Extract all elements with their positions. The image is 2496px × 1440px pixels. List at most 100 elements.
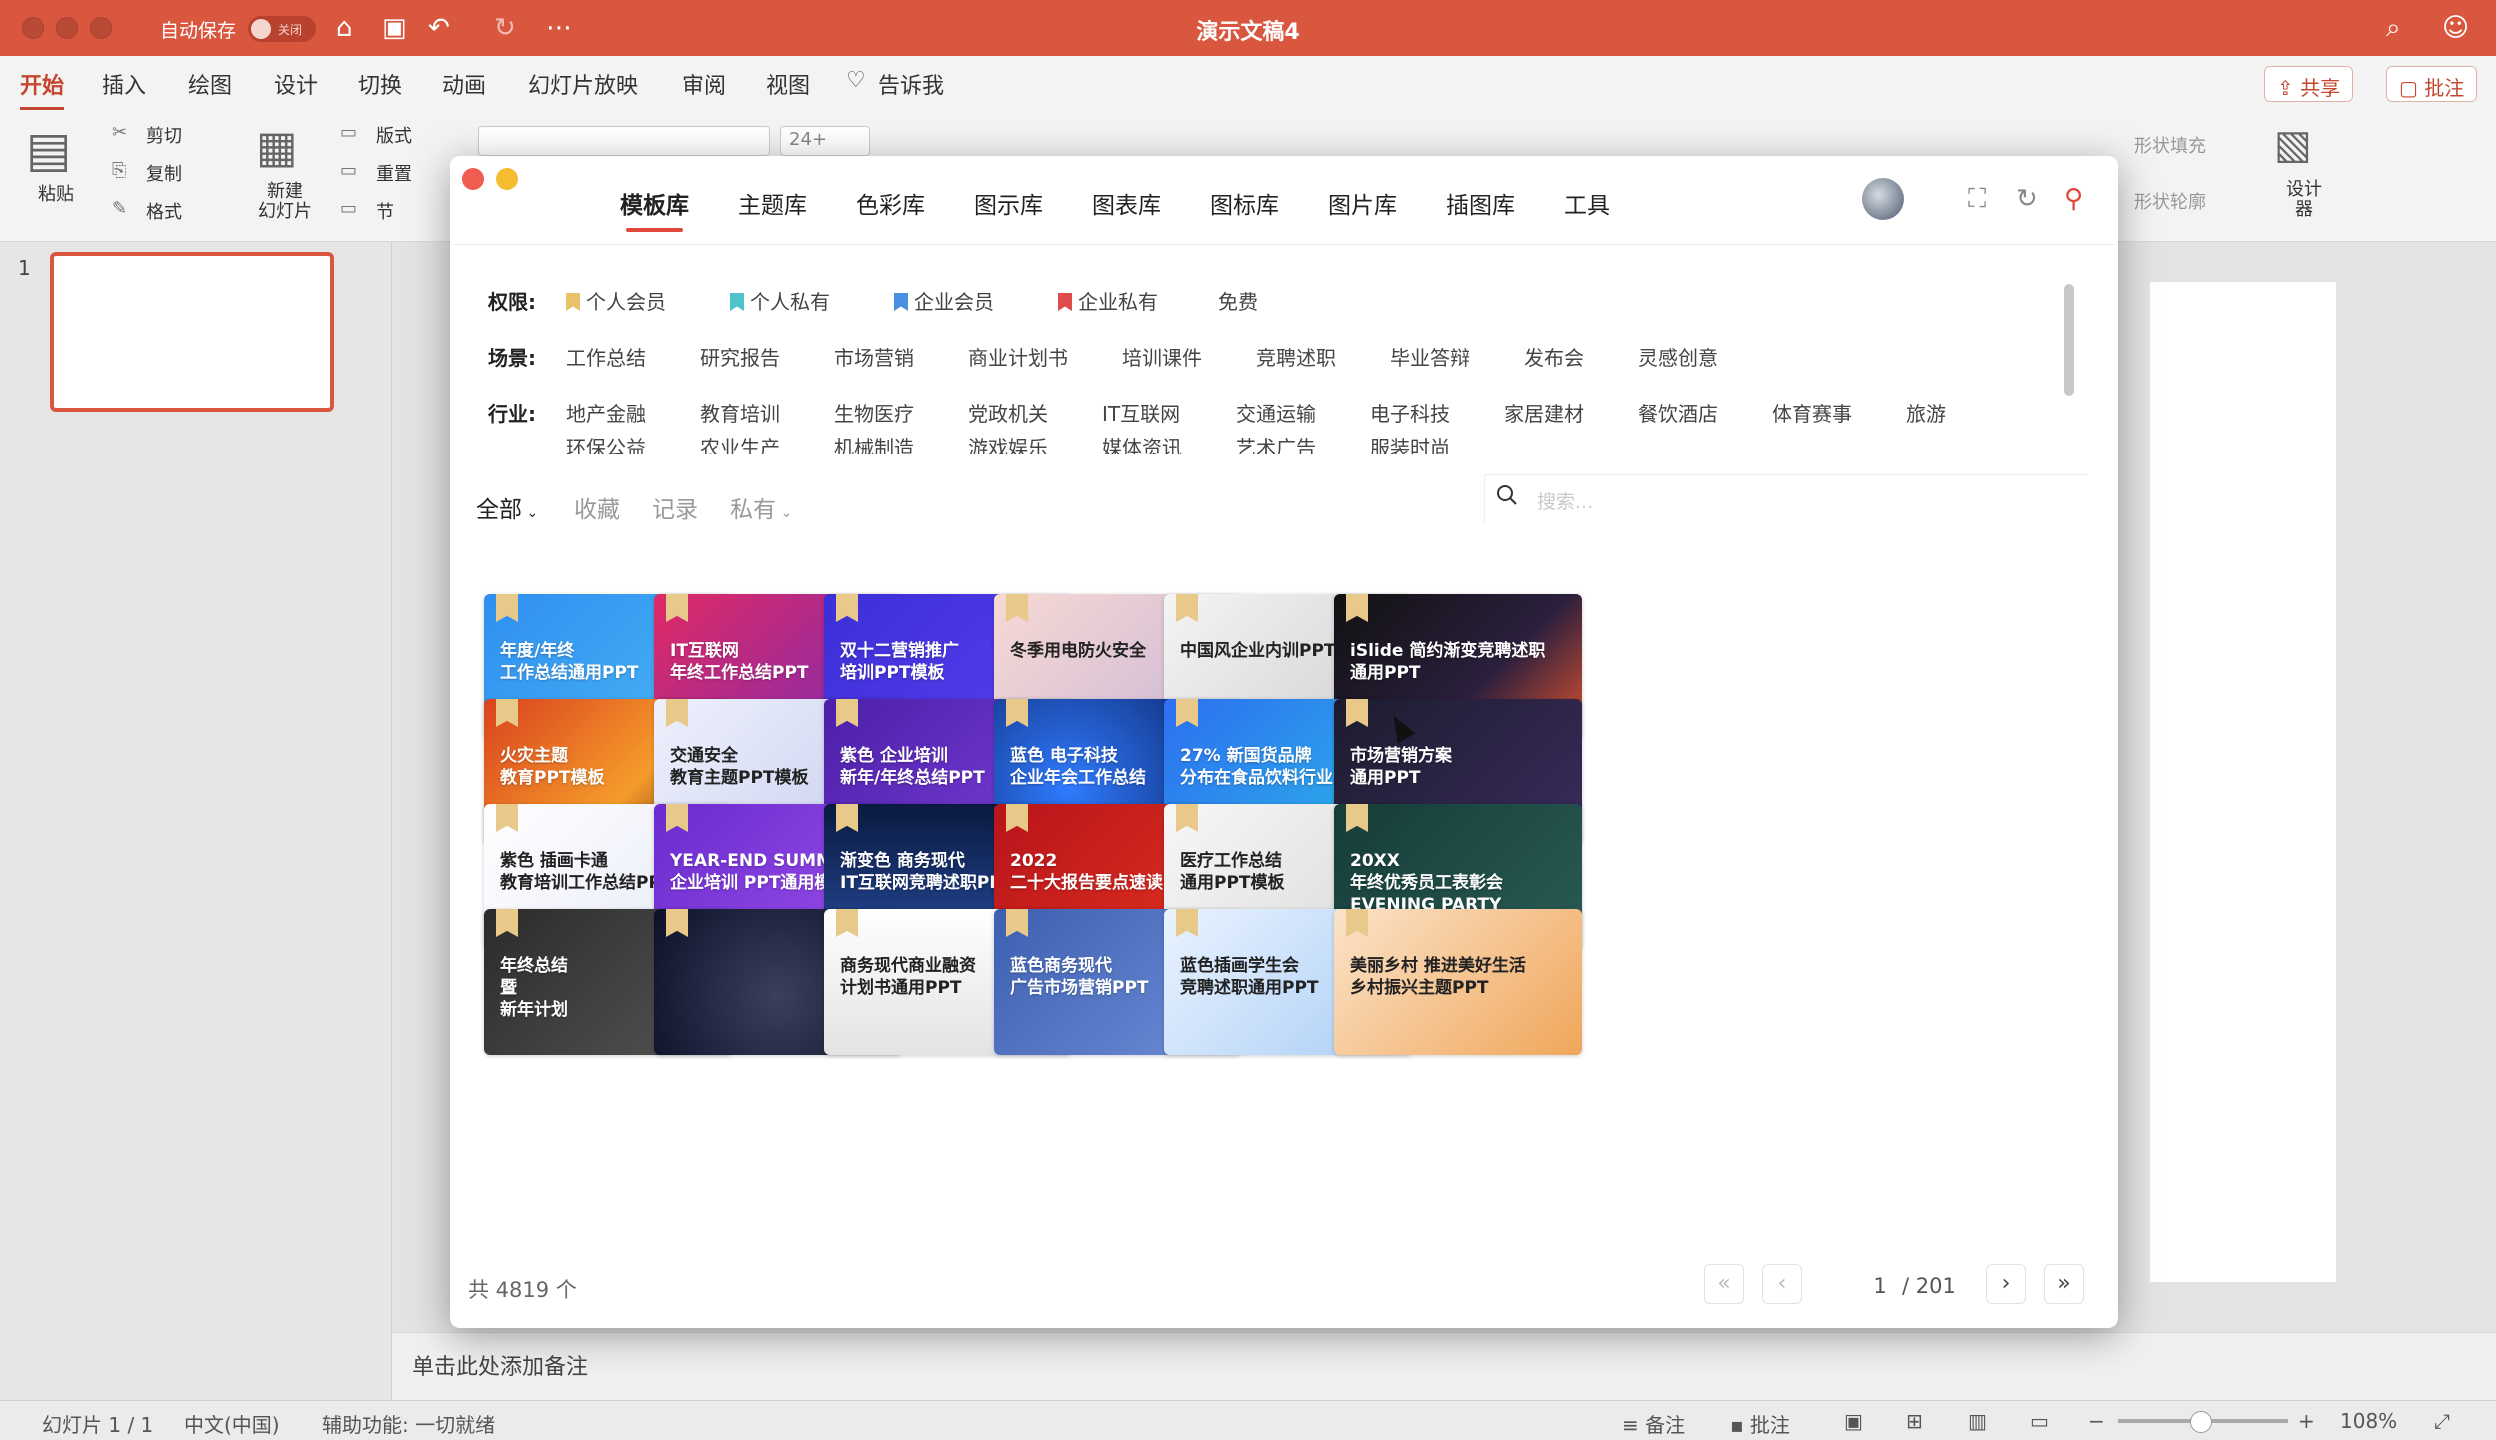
normal-view-icon[interactable]: ▣ <box>1844 1409 1863 1433</box>
accessibility-status[interactable]: 辅助功能: 一切就绪 <box>322 1409 495 1438</box>
expand-icon[interactable]: ⛶ <box>1968 184 1986 215</box>
industry-item[interactable]: 媒体资讯 <box>1102 432 1182 454</box>
avatar[interactable] <box>1862 178 1904 220</box>
section-button[interactable]: 节 <box>376 198 394 224</box>
designer-icon[interactable]: ▧ <box>2274 122 2312 168</box>
sorter-view-icon[interactable]: ⊞ <box>1906 1409 1923 1433</box>
slide-canvas[interactable] <box>2150 282 2336 1282</box>
industry-item[interactable]: 地产金融 <box>566 398 646 427</box>
zoom-slider-thumb[interactable] <box>2190 1411 2212 1433</box>
comments-button[interactable]: ▢ 批注 <box>2386 66 2478 102</box>
scene-item[interactable]: 研究报告 <box>700 342 780 371</box>
first-page-button[interactable]: « <box>1704 1264 1744 1304</box>
permission-enterprise-member[interactable]: 企业会员 <box>894 286 994 315</box>
tab-animations[interactable]: 动画 <box>442 68 486 100</box>
industry-item[interactable]: 游戏娱乐 <box>968 432 1048 454</box>
subtab-history[interactable]: 记录 <box>652 490 698 524</box>
account-icon[interactable]: ☺ <box>2442 12 2469 44</box>
permission-free[interactable]: 免费 <box>1218 286 1258 315</box>
industry-item[interactable]: 旅游 <box>1906 398 1946 427</box>
scene-item[interactable]: 竞聘述职 <box>1256 342 1336 371</box>
scene-item[interactable]: 毕业答辩 <box>1390 342 1470 371</box>
subtab-all[interactable]: 全部 ⌄ <box>476 490 538 524</box>
tab-design[interactable]: 设计 <box>274 68 318 100</box>
tab-view[interactable]: 视图 <box>766 68 810 100</box>
industry-item[interactable]: 农业生产 <box>700 432 780 454</box>
last-page-button[interactable]: » <box>2044 1264 2084 1304</box>
tab-color-library[interactable]: 色彩库 <box>856 186 925 220</box>
reset-button[interactable]: 重置 <box>376 160 412 186</box>
industry-item[interactable]: 生物医疗 <box>834 398 914 427</box>
industry-item[interactable]: 家居建材 <box>1504 398 1584 427</box>
permission-enterprise-private[interactable]: 企业私有 <box>1058 286 1158 315</box>
tab-transitions[interactable]: 切换 <box>358 68 402 100</box>
search-icon[interactable]: ⌕ <box>2386 12 2401 44</box>
industry-item[interactable]: 餐饮酒店 <box>1638 398 1718 427</box>
pin-icon[interactable]: ⚲ <box>2064 184 2083 214</box>
tab-tell-me[interactable]: 告诉我 <box>878 68 944 100</box>
copy-button[interactable]: 复制 <box>146 160 182 186</box>
tab-chart-library[interactable]: 图表库 <box>1092 186 1161 220</box>
notes-pane[interactable]: 单击此处添加备注 <box>392 1332 2496 1400</box>
tab-diagram-library[interactable]: 图示库 <box>974 186 1043 220</box>
scene-item[interactable]: 市场营销 <box>834 342 914 371</box>
subtab-private[interactable]: 私有 ⌄ <box>730 490 792 524</box>
reading-view-icon[interactable]: ▥ <box>1968 1409 1987 1433</box>
share-button[interactable]: ⇪ 共享 <box>2264 66 2354 102</box>
filter-scrollbar[interactable] <box>2064 284 2074 396</box>
designer-button[interactable]: 设计 器 <box>2286 180 2322 220</box>
permission-personal-private[interactable]: 个人私有 <box>730 286 830 315</box>
tab-image-library[interactable]: 图片库 <box>1328 186 1397 220</box>
industry-item[interactable]: IT互联网 <box>1102 398 1180 427</box>
dialog-minimize-button[interactable] <box>496 168 518 190</box>
shape-outline-button[interactable]: 形状轮廓 <box>2134 188 2206 214</box>
industry-item[interactable]: 体育赛事 <box>1772 398 1852 427</box>
paste-icon[interactable]: ▤ <box>26 122 71 178</box>
dialog-close-button[interactable] <box>462 168 484 190</box>
format-painter-button[interactable]: 格式 <box>146 198 182 224</box>
tab-template-library[interactable]: 模板库 <box>620 186 689 232</box>
tab-insert[interactable]: 插入 <box>102 68 146 100</box>
tab-icon-library[interactable]: 图标库 <box>1210 186 1279 220</box>
refresh-icon[interactable]: ↻ <box>2016 184 2038 214</box>
tab-theme-library[interactable]: 主题库 <box>738 186 807 220</box>
paste-label[interactable]: 粘贴 <box>38 180 74 206</box>
scene-item[interactable]: 培训课件 <box>1122 342 1202 371</box>
slideshow-view-icon[interactable]: ▭ <box>2030 1409 2049 1433</box>
layout-button[interactable]: 版式 <box>376 122 412 148</box>
notes-toggle[interactable]: ≡ 备注 <box>1622 1409 1685 1438</box>
font-size-select[interactable]: 24+ <box>780 126 870 156</box>
tab-review[interactable]: 审阅 <box>682 68 726 100</box>
new-slide-icon[interactable]: ▦ <box>256 122 298 173</box>
template-card[interactable]: 美丽乡村 推进美好生活 乡村振兴主题PPT <box>1334 909 1582 1055</box>
tab-slideshow[interactable]: 幻灯片放映 <box>528 68 638 100</box>
zoom-out-icon[interactable]: − <box>2088 1409 2105 1433</box>
subtab-favorites[interactable]: 收藏 <box>574 490 620 524</box>
scene-item[interactable]: 发布会 <box>1524 342 1584 371</box>
industry-item[interactable]: 电子科技 <box>1370 398 1450 427</box>
slide-thumbnail[interactable] <box>50 252 334 412</box>
zoom-level[interactable]: 108% <box>2340 1409 2397 1433</box>
industry-item[interactable]: 党政机关 <box>968 398 1048 427</box>
tab-tools[interactable]: 工具 <box>1564 186 1610 220</box>
shape-fill-button[interactable]: 形状填充 <box>2134 132 2206 158</box>
zoom-in-icon[interactable]: + <box>2298 1409 2315 1433</box>
permission-personal-member[interactable]: 个人会员 <box>566 286 666 315</box>
industry-item[interactable]: 机械制造 <box>834 432 914 454</box>
industry-item[interactable]: 环保公益 <box>566 432 646 454</box>
font-family-select[interactable] <box>478 126 770 156</box>
prev-page-button[interactable]: ‹ <box>1762 1264 1802 1304</box>
new-slide-button[interactable]: 新建 幻灯片 <box>258 182 312 222</box>
search-box[interactable]: 搜索... <box>1484 474 2088 524</box>
scene-item[interactable]: 商业计划书 <box>968 342 1068 371</box>
current-page[interactable]: 1 <box>1866 1274 1894 1298</box>
industry-item[interactable]: 教育培训 <box>700 398 780 427</box>
industry-item[interactable]: 服装时尚 <box>1370 432 1450 454</box>
tab-home[interactable]: 开始 <box>20 68 65 110</box>
fit-slide-icon[interactable]: ⤢ <box>2434 1409 2450 1433</box>
tab-illustration-library[interactable]: 插图库 <box>1446 186 1515 220</box>
industry-item[interactable]: 艺术广告 <box>1236 432 1316 454</box>
language-status[interactable]: 中文(中国) <box>184 1409 280 1438</box>
cut-button[interactable]: 剪切 <box>146 122 182 148</box>
scene-item[interactable]: 灵感创意 <box>1638 342 1718 371</box>
